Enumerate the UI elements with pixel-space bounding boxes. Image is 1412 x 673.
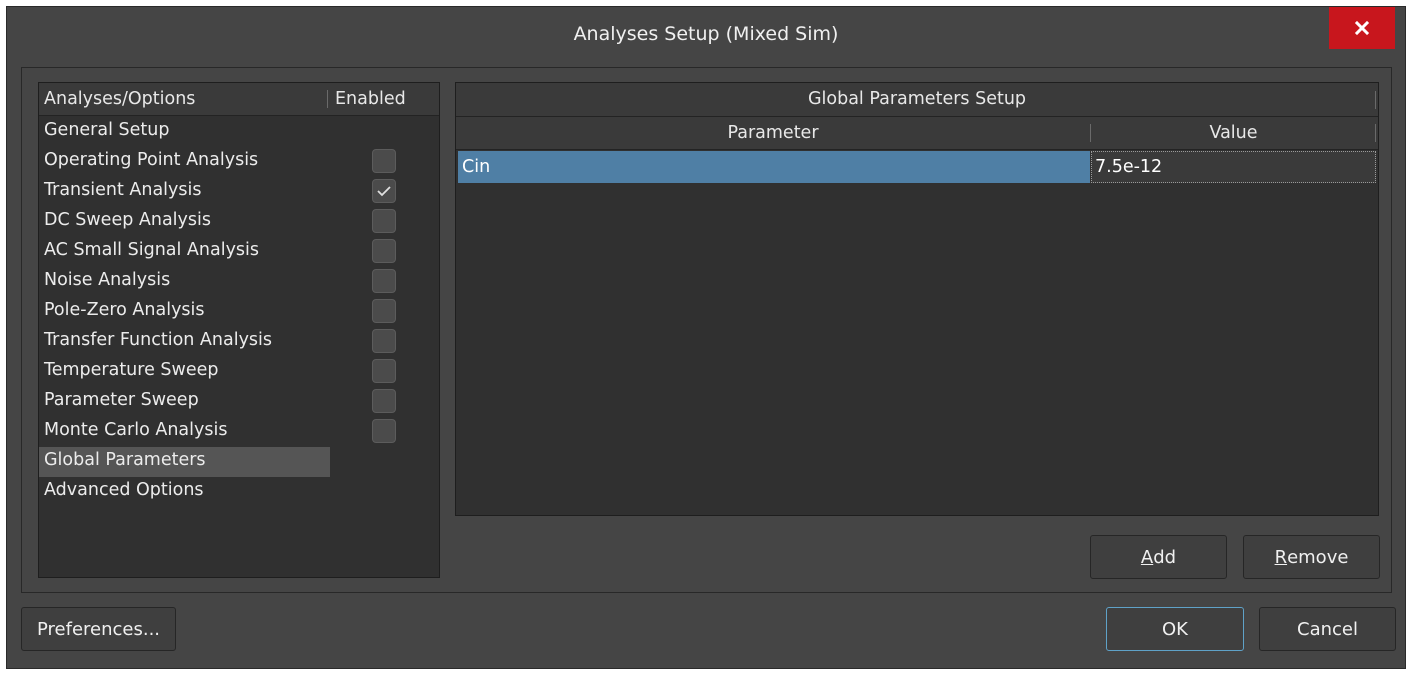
list-item-label: AC Small Signal Analysis [44,240,260,260]
add-accel: A [1140,546,1154,568]
list-item[interactable]: Operating Point Analysis [39,147,439,177]
parameter-value: 7.5e-12 [1095,157,1163,177]
list-item-label: Noise Analysis [44,270,171,290]
add-button[interactable]: Add [1090,535,1227,579]
list-item[interactable]: Parameter Sweep [39,387,439,417]
panel-title-text: Global Parameters Setup [807,89,1027,109]
cancel-button[interactable]: Cancel [1259,607,1396,651]
list-item-label: Parameter Sweep [44,390,199,410]
enabled-checkbox[interactable] [372,179,396,203]
column-header-value[interactable]: Value [1091,123,1376,143]
checkmark-icon [377,186,391,197]
remove-accel: R [1274,546,1288,568]
table-row[interactable]: Cin 7.5e-12 [458,151,1376,183]
enabled-checkbox[interactable] [372,209,396,233]
column-divider[interactable] [1375,124,1376,142]
list-item[interactable]: Monte Carlo Analysis [39,417,439,447]
column-divider[interactable] [327,90,328,108]
panel-title: Global Parameters Setup [456,83,1378,117]
list-item[interactable]: Noise Analysis [39,267,439,297]
list-item[interactable]: DC Sweep Analysis [39,207,439,237]
enabled-checkbox[interactable] [372,149,396,173]
list-item[interactable]: Global Parameters [39,447,439,477]
column-header-analyses[interactable]: Analyses/Options [44,89,195,109]
list-item-label: Transient Analysis [44,180,202,200]
enabled-checkbox[interactable] [372,419,396,443]
enabled-checkbox[interactable] [372,389,396,413]
list-item-label: Monte Carlo Analysis [44,420,228,440]
enabled-checkbox[interactable] [372,239,396,263]
parameter-name: Cin [462,157,491,177]
list-item-label: Pole-Zero Analysis [44,300,205,320]
enabled-checkbox[interactable] [372,269,396,293]
parameters-table-header: Parameter Value [456,117,1378,150]
list-item[interactable]: Temperature Sweep [39,357,439,387]
value-cell[interactable]: 7.5e-12 [1091,151,1376,183]
list-item[interactable]: Advanced Options [39,477,439,507]
list-item[interactable]: Transient Analysis [39,177,439,207]
preferences-button[interactable]: Preferences... [21,607,176,651]
column-header-parameter[interactable]: Parameter [456,123,1090,143]
content-area: Analyses/Options Enabled General Setup Op… [21,67,1392,593]
list-item[interactable]: AC Small Signal Analysis [39,237,439,267]
add-label: dd [1153,546,1177,568]
list-item-label: Operating Point Analysis [44,150,259,170]
analyses-setup-dialog: Analyses Setup (Mixed Sim) Analyses/Opti… [6,6,1406,669]
list-item-label: Global Parameters [44,450,206,470]
ok-button[interactable]: OK [1106,607,1244,651]
remove-button[interactable]: Remove [1243,535,1380,579]
list-item[interactable]: Transfer Function Analysis [39,327,439,357]
analyses-list-header: Analyses/Options Enabled [39,83,439,116]
close-icon [1354,20,1370,36]
list-item[interactable]: Pole-Zero Analysis [39,297,439,327]
list-item-label: DC Sweep Analysis [44,210,211,230]
title-bar: Analyses Setup (Mixed Sim) [7,7,1405,61]
list-item-label: Advanced Options [44,480,204,500]
close-button[interactable] [1329,7,1395,49]
column-header-enabled[interactable]: Enabled [335,89,406,109]
analyses-list-panel: Analyses/Options Enabled General Setup Op… [38,82,440,578]
parameter-cell[interactable]: Cin [458,151,1090,183]
enabled-checkbox[interactable] [372,359,396,383]
enabled-checkbox[interactable] [372,299,396,323]
list-item-label: Transfer Function Analysis [44,330,273,350]
remove-label: emove [1287,546,1349,568]
list-item[interactable]: General Setup [39,117,439,147]
list-item-label: Temperature Sweep [44,360,219,380]
enabled-checkbox[interactable] [372,329,396,353]
list-item-label: General Setup [44,120,170,140]
dialog-title: Analyses Setup (Mixed Sim) [573,23,839,45]
global-parameters-panel: Global Parameters Setup Parameter Value … [455,82,1379,516]
column-divider [1375,91,1376,109]
